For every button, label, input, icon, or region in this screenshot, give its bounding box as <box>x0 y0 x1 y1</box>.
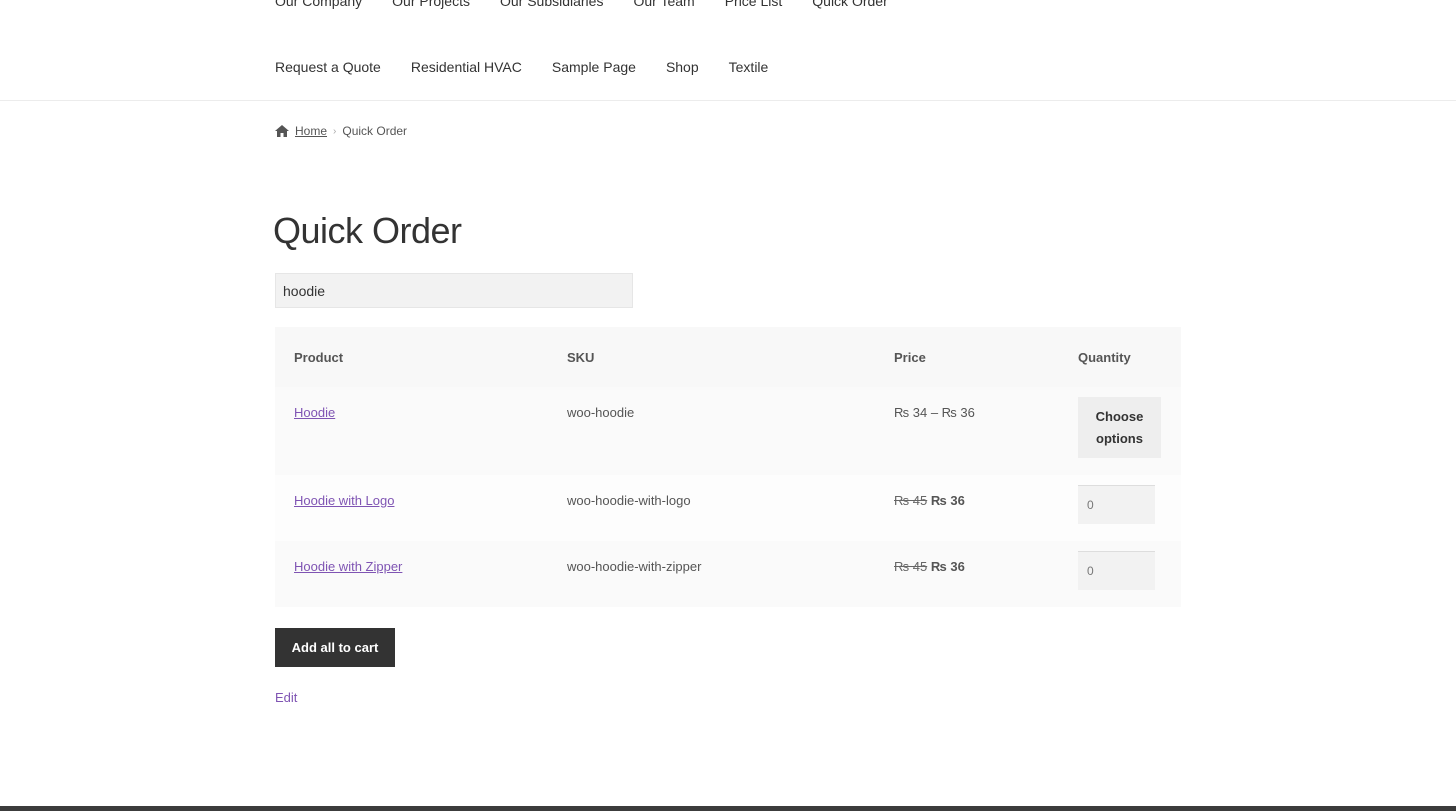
cell-quantity <box>1059 541 1181 607</box>
cell-price: ₨ 34 – ₨ 36 <box>875 387 1059 475</box>
product-link-hoodie-with-zipper[interactable]: Hoodie with Zipper <box>294 559 402 574</box>
product-link-hoodie[interactable]: Hoodie <box>294 405 335 420</box>
product-link-hoodie-with-logo[interactable]: Hoodie with Logo <box>294 493 394 508</box>
table-row: Hoodie with Zipper woo-hoodie-with-zippe… <box>275 541 1181 607</box>
breadcrumb-current: Quick Order <box>342 124 408 138</box>
nav-residential-hvac[interactable]: Residential HVAC <box>411 59 522 75</box>
cell-quantity: Choose options <box>1059 387 1181 475</box>
regular-price: ₨ 45 <box>894 559 928 574</box>
primary-nav-row-1: Our Company Our Projects Our Subsidiarie… <box>275 0 918 11</box>
nav-our-company[interactable]: Our Company <box>275 0 362 9</box>
sale-price: ₨ 36 <box>930 493 965 508</box>
sale-price: ₨ 36 <box>930 559 965 574</box>
page: Our Company Our Projects Our Subsidiarie… <box>0 0 1456 811</box>
product-search-input[interactable] <box>275 273 633 308</box>
site-header: Our Company Our Projects Our Subsidiarie… <box>0 0 1456 101</box>
regular-price: ₨ 45 <box>894 493 928 508</box>
breadcrumb: Home › Quick Order <box>275 122 407 140</box>
nav-request-a-quote[interactable]: Request a Quote <box>275 59 381 75</box>
breadcrumb-home-link[interactable]: Home <box>295 124 327 138</box>
nav-quick-order[interactable]: Quick Order <box>812 0 887 9</box>
nav-our-team[interactable]: Our Team <box>633 0 694 9</box>
cell-sku: woo-hoodie-with-logo <box>548 475 875 541</box>
bottom-bar <box>0 806 1456 811</box>
cell-sku: woo-hoodie-with-zipper <box>548 541 875 607</box>
add-all-to-cart-button[interactable]: Add all to cart <box>275 628 395 667</box>
cell-sku: woo-hoodie <box>548 387 875 475</box>
header-price: Price <box>875 327 1059 387</box>
header-quantity: Quantity <box>1059 327 1181 387</box>
primary-nav-row-2: Request a Quote Residential HVAC Sample … <box>275 57 798 77</box>
header-product: Product <box>275 327 548 387</box>
cell-price: ₨ 45 ₨ 36 <box>875 541 1059 607</box>
home-icon <box>275 125 289 137</box>
choose-options-button[interactable]: Choose options <box>1078 397 1161 458</box>
nav-our-projects[interactable]: Our Projects <box>392 0 470 9</box>
cell-product: Hoodie with Logo <box>275 475 548 541</box>
quick-order-table: Product SKU Price Quantity Hoodie woo-ho… <box>275 327 1181 607</box>
cell-product: Hoodie <box>275 387 548 475</box>
table-row: Hoodie woo-hoodie ₨ 34 – ₨ 36 Choose opt… <box>275 387 1181 475</box>
nav-shop[interactable]: Shop <box>666 59 699 75</box>
quantity-input[interactable] <box>1078 551 1155 590</box>
nav-price-list[interactable]: Price List <box>725 0 783 9</box>
cell-quantity <box>1059 475 1181 541</box>
cell-price: ₨ 45 ₨ 36 <box>875 475 1059 541</box>
nav-sample-page[interactable]: Sample Page <box>552 59 636 75</box>
header-sku: SKU <box>548 327 875 387</box>
page-title: Quick Order <box>273 210 462 251</box>
breadcrumb-separator: › <box>333 125 337 137</box>
quantity-input[interactable] <box>1078 485 1155 524</box>
table-header-row: Product SKU Price Quantity <box>275 327 1181 387</box>
table-row: Hoodie with Logo woo-hoodie-with-logo ₨ … <box>275 475 1181 541</box>
cell-product: Hoodie with Zipper <box>275 541 548 607</box>
price-range: ₨ 34 – ₨ 36 <box>894 405 975 420</box>
nav-textile[interactable]: Textile <box>729 59 769 75</box>
edit-link[interactable]: Edit <box>275 690 297 705</box>
nav-our-subsidiaries[interactable]: Our Subsidiaries <box>500 0 604 9</box>
